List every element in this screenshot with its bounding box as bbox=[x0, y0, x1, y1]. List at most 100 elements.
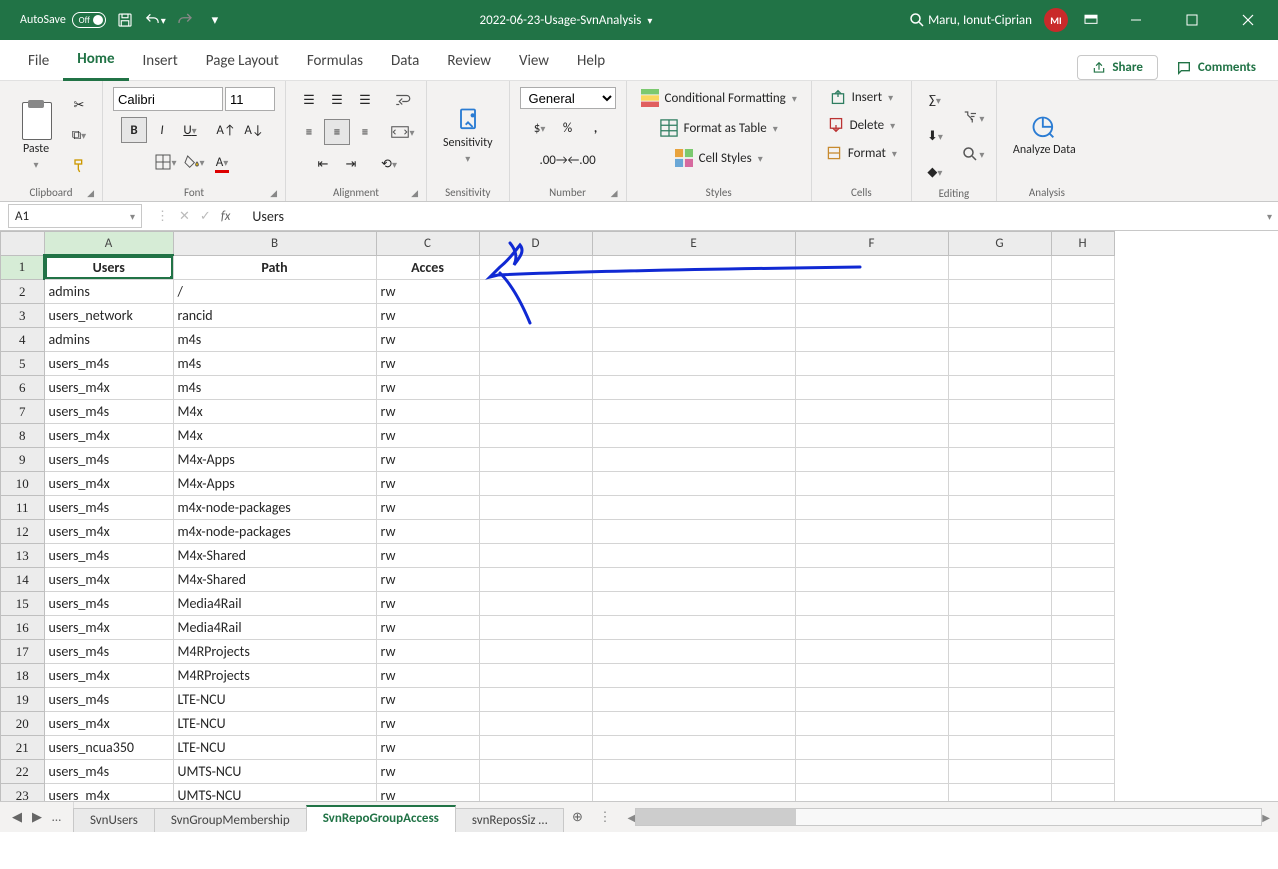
cell-A14[interactable]: users_m4x bbox=[44, 568, 173, 592]
cell-E9[interactable] bbox=[592, 448, 795, 472]
cell-C6[interactable]: rw bbox=[376, 376, 479, 400]
cell-D1[interactable] bbox=[479, 255, 592, 280]
cell-D19[interactable] bbox=[479, 688, 592, 712]
percent-format-button[interactable]: % bbox=[555, 115, 581, 141]
insert-cells-button[interactable]: Insert ▾ bbox=[826, 87, 898, 107]
cell-D18[interactable] bbox=[479, 664, 592, 688]
cell-C18[interactable]: rw bbox=[376, 664, 479, 688]
cell-H10[interactable] bbox=[1051, 472, 1114, 496]
format-cells-button[interactable]: Format ▾ bbox=[822, 143, 901, 163]
redo-icon[interactable] bbox=[174, 9, 196, 31]
row-header-11[interactable]: 11 bbox=[1, 496, 45, 520]
cell-A20[interactable]: users_m4x bbox=[44, 712, 173, 736]
cell-F15[interactable] bbox=[795, 592, 948, 616]
sheet-tab-svngroupmembership[interactable]: SvnGroupMembership bbox=[154, 808, 307, 832]
cell-C21[interactable]: rw bbox=[376, 736, 479, 760]
cell-G23[interactable] bbox=[948, 784, 1051, 802]
cell-F16[interactable] bbox=[795, 616, 948, 640]
cell-H16[interactable] bbox=[1051, 616, 1114, 640]
accounting-format-button[interactable]: $▾ bbox=[527, 115, 553, 141]
cell-E11[interactable] bbox=[592, 496, 795, 520]
cell-F21[interactable] bbox=[795, 736, 948, 760]
cell-B4[interactable]: m4s bbox=[173, 328, 376, 352]
underline-button[interactable]: U▾ bbox=[177, 117, 203, 143]
merge-center-button[interactable]: ▾ bbox=[390, 119, 416, 145]
cell-H7[interactable] bbox=[1051, 400, 1114, 424]
row-header-19[interactable]: 19 bbox=[1, 688, 45, 712]
cell-G2[interactable] bbox=[948, 280, 1051, 304]
cell-D22[interactable] bbox=[479, 760, 592, 784]
horizontal-scrollbar[interactable]: ◀ ▶ bbox=[619, 802, 1278, 832]
add-sheet-button[interactable]: ⊕ bbox=[564, 802, 590, 832]
comma-format-button[interactable]: , bbox=[583, 115, 609, 141]
cell-A4[interactable]: admins bbox=[44, 328, 173, 352]
cell-C22[interactable]: rw bbox=[376, 760, 479, 784]
fill-color-button[interactable]: ▾ bbox=[181, 149, 207, 175]
decrease-decimal-button[interactable]: ←.00 bbox=[569, 147, 595, 173]
cell-F23[interactable] bbox=[795, 784, 948, 802]
cell-F13[interactable] bbox=[795, 544, 948, 568]
format-as-table-button[interactable]: Format as Table▾ bbox=[656, 117, 782, 139]
cell-D8[interactable] bbox=[479, 424, 592, 448]
col-header-D[interactable]: D bbox=[479, 232, 592, 256]
cell-H5[interactable] bbox=[1051, 352, 1114, 376]
cell-A9[interactable]: users_m4s bbox=[44, 448, 173, 472]
cell-D7[interactable] bbox=[479, 400, 592, 424]
cell-C16[interactable]: rw bbox=[376, 616, 479, 640]
cell-H15[interactable] bbox=[1051, 592, 1114, 616]
cell-B22[interactable]: UMTS-NCU bbox=[173, 760, 376, 784]
row-header-3[interactable]: 3 bbox=[1, 304, 45, 328]
cell-A10[interactable]: users_m4x bbox=[44, 472, 173, 496]
cell-E8[interactable] bbox=[592, 424, 795, 448]
cell-G14[interactable] bbox=[948, 568, 1051, 592]
cell-C13[interactable]: rw bbox=[376, 544, 479, 568]
cell-A12[interactable]: users_m4x bbox=[44, 520, 173, 544]
cell-H17[interactable] bbox=[1051, 640, 1114, 664]
cell-A17[interactable]: users_m4s bbox=[44, 640, 173, 664]
cell-E15[interactable] bbox=[592, 592, 795, 616]
cell-D6[interactable] bbox=[479, 376, 592, 400]
cell-H4[interactable] bbox=[1051, 328, 1114, 352]
cell-D23[interactable] bbox=[479, 784, 592, 802]
cell-F5[interactable] bbox=[795, 352, 948, 376]
cell-A5[interactable]: users_m4s bbox=[44, 352, 173, 376]
cell-F3[interactable] bbox=[795, 304, 948, 328]
share-button[interactable]: Share bbox=[1077, 55, 1158, 80]
cell-G8[interactable] bbox=[948, 424, 1051, 448]
cell-F12[interactable] bbox=[795, 520, 948, 544]
cell-A22[interactable]: users_m4s bbox=[44, 760, 173, 784]
autosave-toggle[interactable]: AutoSave Off bbox=[20, 12, 106, 28]
col-header-H[interactable]: H bbox=[1051, 232, 1114, 256]
cell-H1[interactable] bbox=[1051, 255, 1114, 280]
user-name[interactable]: Maru, Ionut-Ciprian bbox=[928, 13, 1032, 28]
cell-A8[interactable]: users_m4x bbox=[44, 424, 173, 448]
bold-button[interactable]: B bbox=[121, 117, 147, 143]
cell-D14[interactable] bbox=[479, 568, 592, 592]
col-header-A[interactable]: A bbox=[44, 232, 173, 256]
cell-B18[interactable]: M4RProjects bbox=[173, 664, 376, 688]
cell-D16[interactable] bbox=[479, 616, 592, 640]
row-header-14[interactable]: 14 bbox=[1, 568, 45, 592]
cell-A21[interactable]: users_ncua350 bbox=[44, 736, 173, 760]
formula-more-icon[interactable]: ⋮ bbox=[156, 209, 169, 224]
cell-F14[interactable] bbox=[795, 568, 948, 592]
cell-C1[interactable]: Acces bbox=[376, 255, 479, 280]
cell-C19[interactable]: rw bbox=[376, 688, 479, 712]
cell-E18[interactable] bbox=[592, 664, 795, 688]
increase-font-button[interactable]: A↑ bbox=[213, 117, 239, 143]
row-header-23[interactable]: 23 bbox=[1, 784, 45, 802]
row-header-5[interactable]: 5 bbox=[1, 352, 45, 376]
increase-decimal-button[interactable]: .00→ bbox=[541, 147, 567, 173]
fill-button[interactable]: ⬇▾ bbox=[922, 123, 948, 149]
cell-C10[interactable]: rw bbox=[376, 472, 479, 496]
cell-A23[interactable]: users_m4x bbox=[44, 784, 173, 802]
cell-A15[interactable]: users_m4s bbox=[44, 592, 173, 616]
cell-E5[interactable] bbox=[592, 352, 795, 376]
wrap-text-button[interactable] bbox=[390, 87, 416, 113]
cell-C17[interactable]: rw bbox=[376, 640, 479, 664]
format-painter-button[interactable] bbox=[66, 153, 92, 179]
cell-H14[interactable] bbox=[1051, 568, 1114, 592]
delete-cells-button[interactable]: Delete ▾ bbox=[824, 115, 900, 135]
cell-B11[interactable]: m4x-node-packages bbox=[173, 496, 376, 520]
col-header-C[interactable]: C bbox=[376, 232, 479, 256]
